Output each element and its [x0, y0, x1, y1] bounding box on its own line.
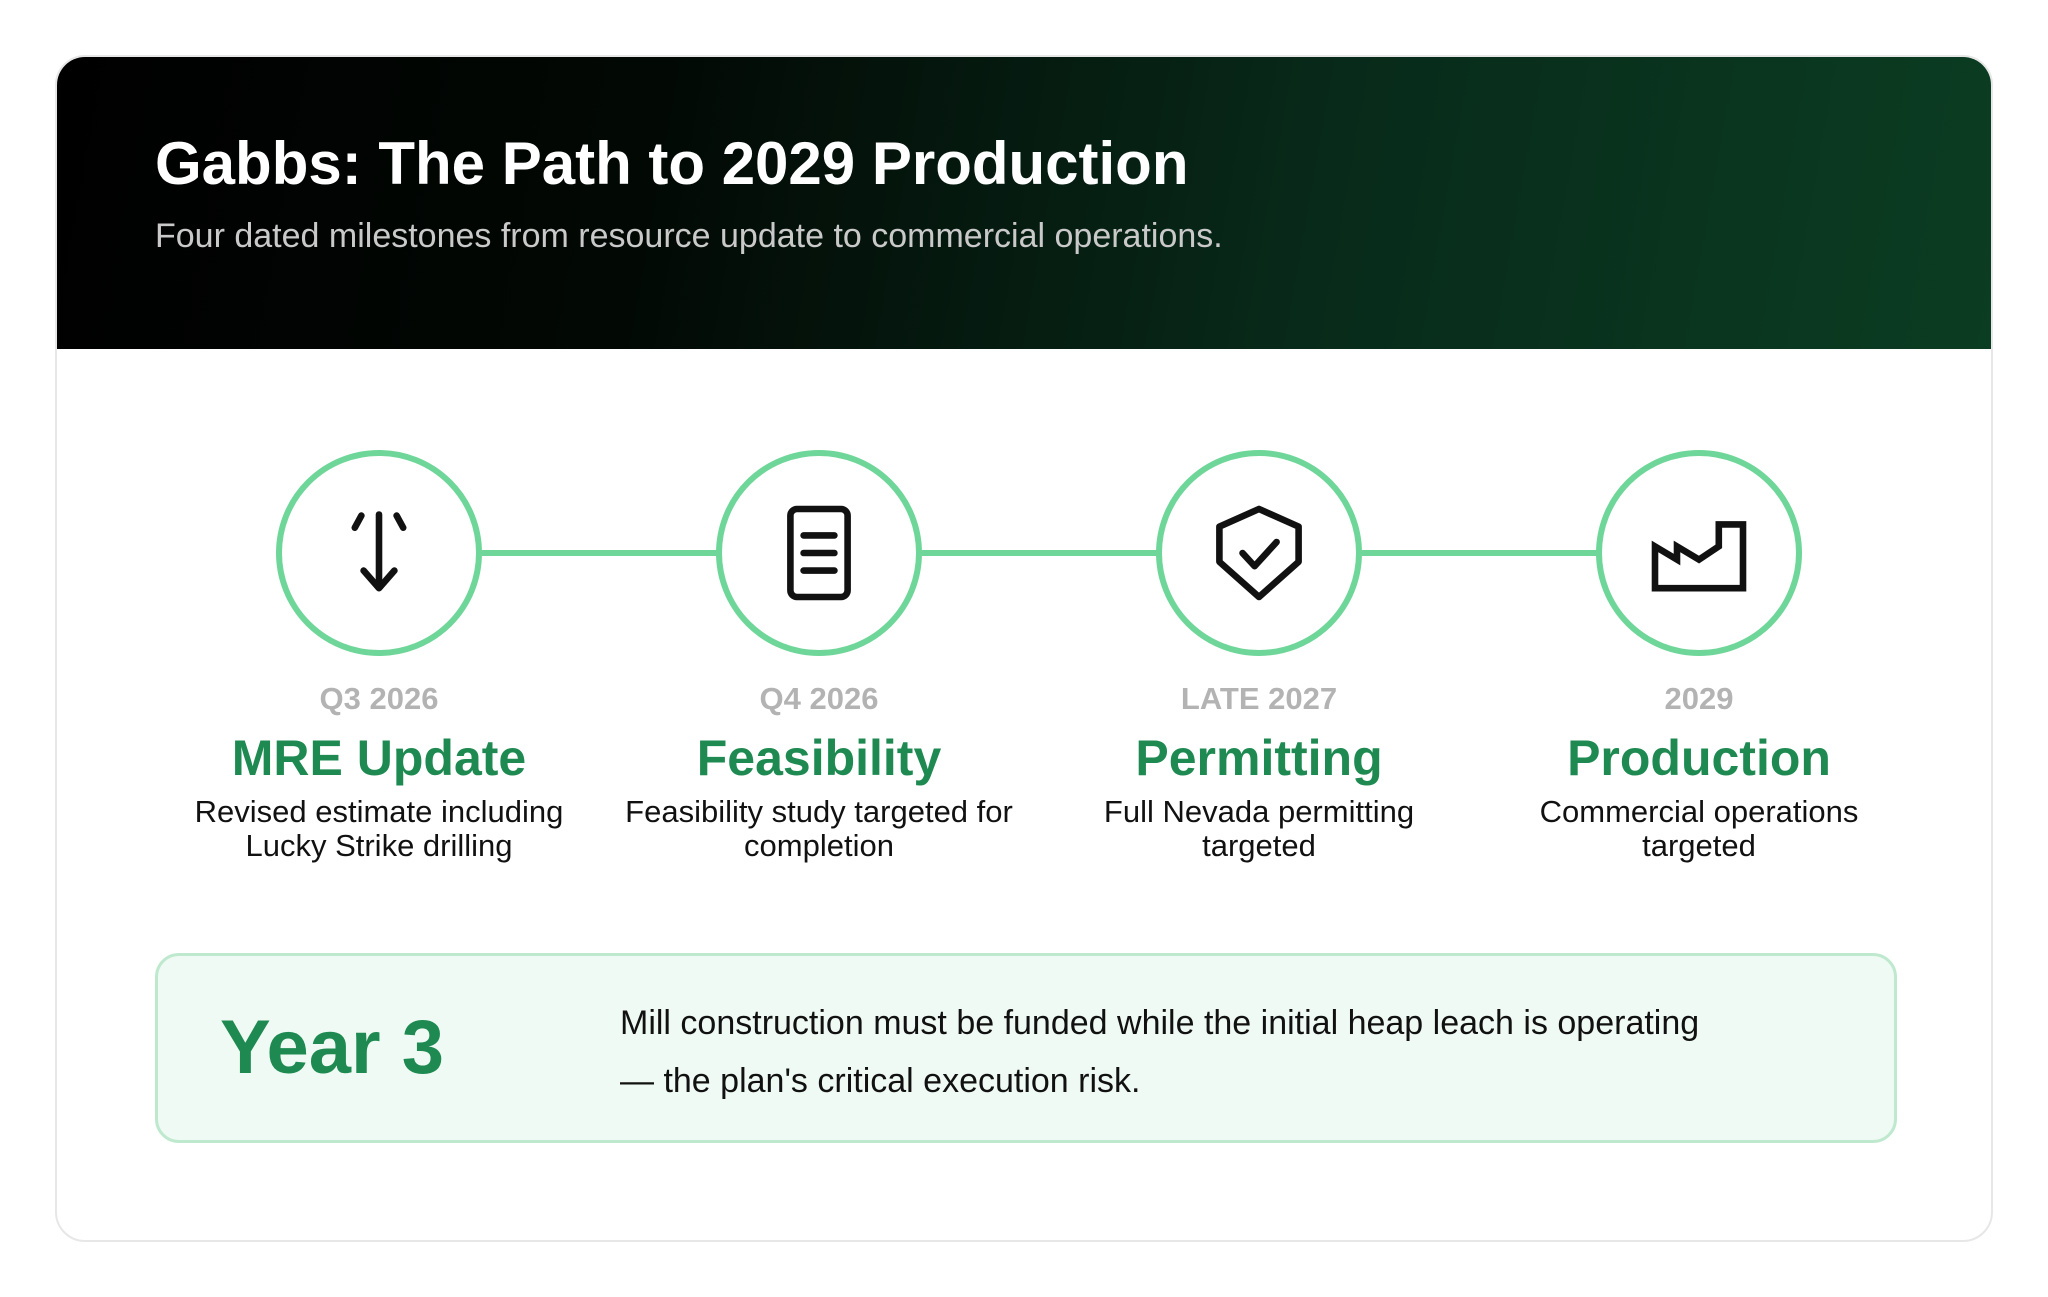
- milestone-mre: Q3 2026 MRE Update Revised estimate incl…: [169, 679, 589, 863]
- risk-text: Mill construction must be funded while t…: [620, 1004, 1700, 1100]
- timeline-card: Gabbs: The Path to 2029 Production Four …: [55, 55, 1993, 1242]
- milestone-node-production: [1596, 450, 1802, 656]
- risk-label: Year 3: [220, 1005, 444, 1090]
- milestone-production: 2029 Production Commercial operations ta…: [1489, 679, 1909, 863]
- milestone-node-feasibility: [716, 450, 922, 656]
- page-title: Gabbs: The Path to 2029 Production: [155, 130, 1189, 197]
- milestone-description: Commercial operations targeted: [1539, 794, 1859, 863]
- milestone-date: Q4 2026: [759, 681, 879, 716]
- milestone-node-mre: [276, 450, 482, 656]
- milestone-node-permitting: [1156, 450, 1362, 656]
- milestone-description: Feasibility study targeted for completio…: [625, 794, 1013, 863]
- milestone-date: LATE 2027: [1180, 681, 1338, 716]
- milestone-title: MRE Update: [231, 730, 527, 786]
- milestone-title: Permitting: [1135, 730, 1383, 786]
- milestone-date: 2029: [1664, 681, 1734, 716]
- timeline-connector: [482, 550, 722, 556]
- timeline-connector: [1362, 550, 1602, 556]
- shield-check-icon: [1216, 505, 1302, 601]
- milestone-feasibility: Q4 2026 Feasibility Feasibility study ta…: [609, 679, 1029, 863]
- milestone-title: Feasibility: [696, 730, 942, 786]
- risk-callout: Year 3 Mill construction must be funded …: [155, 953, 1897, 1143]
- page-subtitle: Four dated milestones from resource upda…: [155, 217, 1223, 255]
- milestone-description: Revised estimate including Lucky Strike …: [194, 794, 564, 863]
- document-icon: [787, 505, 851, 601]
- milestone-description: Full Nevada permitting targeted: [1103, 794, 1415, 863]
- factory-icon: [1651, 521, 1747, 592]
- milestone-permitting: LATE 2027 Permitting Full Nevada permitt…: [1049, 679, 1469, 863]
- milestone-date: Q3 2026: [319, 681, 439, 716]
- drill-down-arrow-icon: [351, 511, 407, 592]
- timeline-connector: [922, 550, 1162, 556]
- milestone-title: Production: [1567, 730, 1831, 786]
- header-banner: Gabbs: The Path to 2029 Production Four …: [57, 57, 1991, 349]
